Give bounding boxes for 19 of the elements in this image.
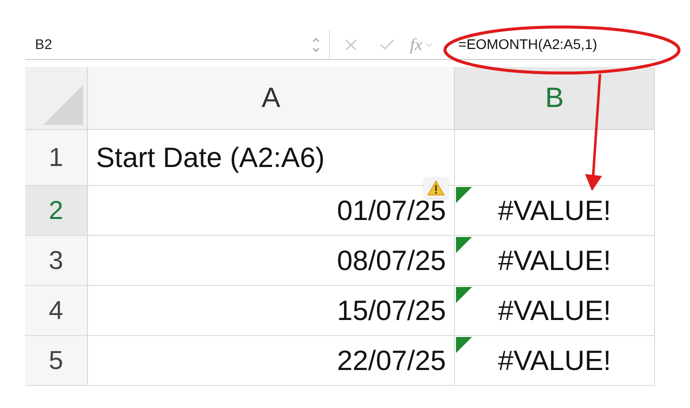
table-cell-text: 22/07/25	[337, 344, 446, 378]
column-header[interactable]: B	[455, 67, 655, 129]
table-cell-text: #VALUE!	[498, 294, 612, 328]
table-cell-text: 15/07/25	[337, 294, 446, 328]
table-cell-text: #VALUE!	[498, 194, 612, 228]
table-cell-text: 08/07/25	[337, 244, 446, 278]
column-header[interactable]: A	[88, 67, 455, 129]
table-cell-text: #VALUE!	[498, 344, 612, 378]
row-header[interactable]: 1	[25, 130, 88, 185]
row-header[interactable]: 2	[25, 186, 88, 235]
table-cell-text: 01/07/25	[337, 194, 446, 228]
table-cell-text: #VALUE!	[498, 244, 612, 278]
row-header[interactable]: 3	[25, 236, 88, 285]
row-header[interactable]: 4	[25, 286, 88, 335]
name-box[interactable]: B2	[35, 34, 311, 55]
table-cell-text: Start Date (A2:A6)	[96, 140, 325, 175]
warning-icon[interactable]	[424, 177, 448, 198]
select-all-corner[interactable]	[25, 67, 88, 129]
row-header[interactable]: 5	[25, 336, 88, 385]
